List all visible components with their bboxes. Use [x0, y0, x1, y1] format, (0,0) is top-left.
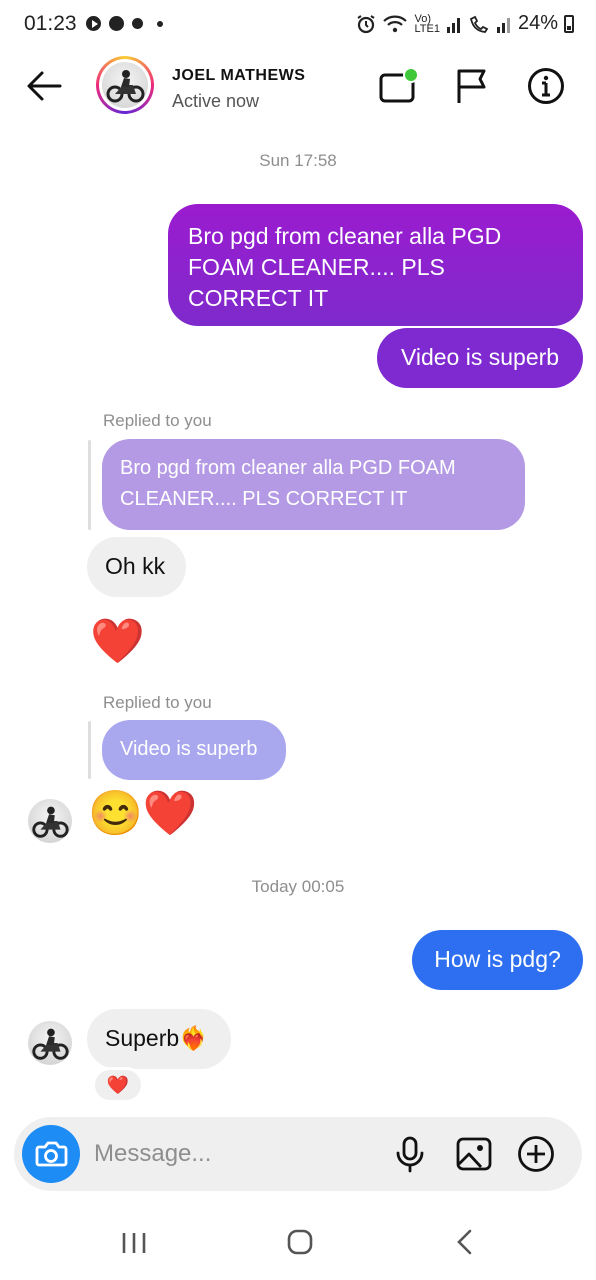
nav-back-icon[interactable]: [446, 1227, 486, 1259]
quoted-reply-message[interactable]: Bro pgd from cleaner alla PGD FOAM CLEAN…: [102, 439, 525, 530]
battery-icon: [564, 14, 574, 33]
youtube-notification-icon: [86, 16, 101, 31]
status-bar: 01:23 Vo) LTE1 24%: [0, 0, 596, 52]
signal-1-icon: [446, 17, 460, 33]
notification-icons: [86, 16, 163, 31]
home-icon[interactable]: [280, 1227, 320, 1259]
battery-percent: 24%: [517, 12, 558, 34]
more-notifications-icon: [157, 20, 163, 27]
motorbike-rider-image: [32, 806, 69, 838]
flag-report-icon[interactable]: [452, 66, 492, 106]
replied-to-you-label: Replied to you: [103, 693, 212, 712]
received-emoji-message[interactable]: 😊❤️: [88, 789, 198, 839]
contact-active-status: Active now: [172, 91, 260, 111]
recent-apps-icon[interactable]: [114, 1227, 154, 1259]
heart-reaction[interactable]: ❤️: [92, 1067, 144, 1103]
info-icon[interactable]: [526, 66, 566, 106]
sent-message[interactable]: Bro pgd from cleaner alla PGD FOAM CLEAN…: [168, 204, 583, 326]
sent-message[interactable]: How is pdg?: [412, 930, 583, 990]
quoted-reply-message[interactable]: Video is superb: [102, 720, 286, 780]
wifi-icon: [383, 15, 408, 32]
replied-to-you-label: Replied to you: [103, 411, 212, 430]
sender-avatar[interactable]: [28, 799, 72, 843]
message-input[interactable]: [94, 1137, 374, 1171]
settings-notification-icon: [132, 18, 143, 29]
chrome-notification-icon: [109, 16, 124, 31]
camera-icon: [35, 1141, 68, 1167]
avatar-image: [102, 62, 148, 108]
system-status-icons: Vo) LTE1 24%: [356, 12, 574, 35]
sent-message[interactable]: Video is superb: [377, 328, 583, 388]
system-navigation-bar: [0, 1205, 596, 1280]
microphone-icon[interactable]: [390, 1134, 430, 1174]
avatar-inner: [99, 59, 151, 111]
received-heart-emoji[interactable]: ❤️: [90, 617, 145, 667]
video-call-icon[interactable]: [378, 66, 418, 106]
motorbike-rider-image: [106, 70, 145, 103]
received-message[interactable]: Oh kk: [87, 537, 186, 597]
received-message[interactable]: Superb❤️‍🔥: [87, 1009, 231, 1069]
timestamp-divider: Sun 17:58: [259, 151, 337, 170]
reply-indicator-line: [88, 721, 91, 779]
status-time: 01:23: [24, 12, 77, 35]
timestamp-divider: Today 00:05: [251, 877, 345, 896]
volte-label: Vo) LTE1: [414, 13, 440, 35]
contact-avatar[interactable]: [96, 56, 154, 114]
signal-2-icon: [496, 17, 510, 33]
reply-indicator-line: [88, 440, 91, 530]
chat-header: JOEL MATHEWS Active now: [0, 52, 596, 122]
gallery-icon[interactable]: [454, 1134, 494, 1174]
wifi-calling-icon: [469, 15, 489, 33]
motorbike-rider-image: [32, 1028, 69, 1060]
camera-button[interactable]: [22, 1125, 80, 1183]
message-composer: [14, 1117, 582, 1191]
alarm-icon: [357, 14, 376, 33]
back-arrow-icon[interactable]: [24, 68, 64, 104]
add-plus-icon[interactable]: [516, 1134, 556, 1174]
lte-text: LTE1: [414, 22, 440, 35]
contact-name[interactable]: JOEL MATHEWS: [172, 67, 305, 85]
sender-avatar[interactable]: [28, 1021, 72, 1065]
